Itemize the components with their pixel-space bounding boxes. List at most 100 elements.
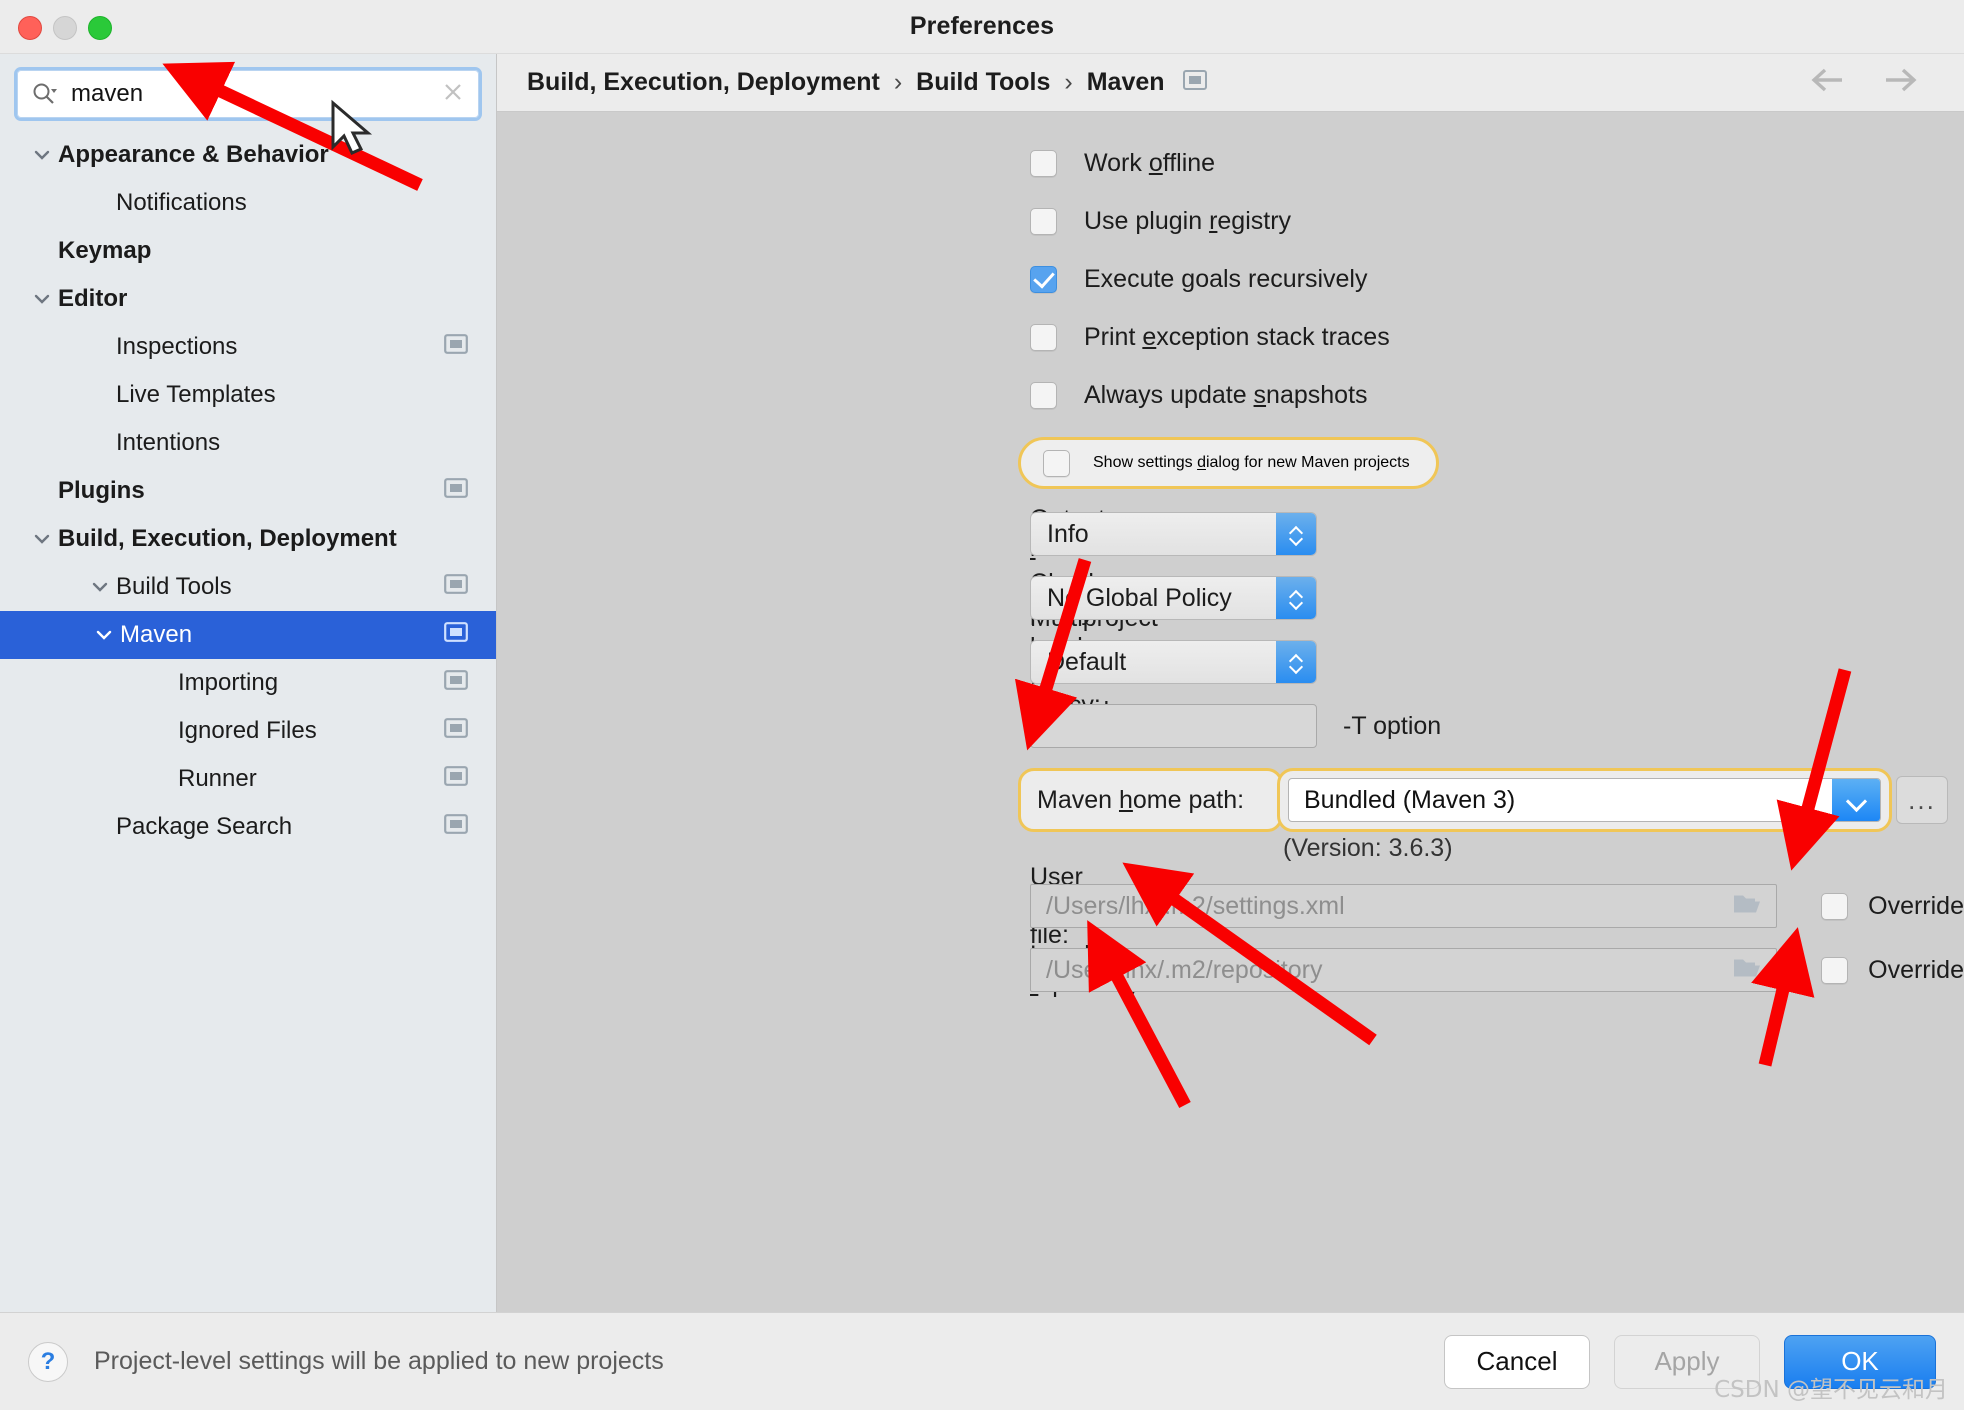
sidebar-item-build-execution-deployment[interactable]: Build, Execution, Deployment [0, 515, 496, 563]
user-settings-override-checkbox[interactable] [1821, 892, 1849, 920]
checkbox-row-use-plugin-registry[interactable]: Use plugin registry [497, 192, 1964, 250]
project-settings-icon[interactable] [444, 813, 468, 841]
project-settings-icon[interactable] [444, 333, 468, 361]
sidebar-item-live-templates[interactable]: Live Templates [0, 371, 496, 419]
checkbox-always-update-snapshots[interactable] [1030, 381, 1057, 409]
cancel-button[interactable]: Cancel [1444, 1334, 1590, 1389]
user-settings-file-row: User settings file: /Users/lhx/.m2/setti… [497, 863, 1964, 949]
breadcrumb-separator: › [893, 68, 903, 96]
chevron-down-icon[interactable] [92, 623, 116, 647]
close-icon[interactable] [441, 80, 465, 109]
sidebar-item-label: Ignored Files [178, 717, 317, 744]
minimize-window-button[interactable] [53, 16, 77, 40]
chevron-updown-icon[interactable] [1276, 577, 1316, 619]
project-settings-icon[interactable] [444, 573, 468, 601]
settings-tree[interactable]: Appearance & Behavior Notifications Keymap… [0, 127, 496, 1312]
multiproject-fail-policy-popup[interactable]: Default [1030, 640, 1317, 684]
thread-count-label: Thread count [497, 697, 1109, 755]
sidebar-item-label: Plugins [58, 477, 145, 504]
sidebar-item-maven[interactable]: Maven [0, 611, 496, 659]
checkbox-work-offline[interactable] [1030, 149, 1057, 177]
help-button[interactable]: ? [28, 1341, 68, 1382]
sidebar-item-importing[interactable]: Importing [0, 659, 496, 707]
search-area: maven [0, 54, 496, 127]
sidebar-item-intentions[interactable]: Intentions [0, 419, 496, 467]
sidebar-item-label: Package Search [116, 813, 293, 840]
sidebar-item-ignored-files[interactable]: Ignored Files [0, 707, 496, 755]
chevron-updown-icon[interactable] [1276, 513, 1316, 555]
chevron-down-icon[interactable] [1832, 779, 1880, 821]
chevron-down-icon[interactable] [30, 287, 54, 311]
project-settings-icon[interactable] [444, 765, 468, 793]
maven-home-path-label: Maven home path: [1018, 768, 1283, 832]
sidebar-item-plugins[interactable]: Plugins [0, 467, 496, 515]
maven-settings-content: Work offline Use plugin registry Execute g… [497, 112, 1964, 1312]
show-settings-dialog-row[interactable]: Show settings dialog for new Maven proje… [1018, 437, 1439, 489]
local-repository-input[interactable]: /Users/lhx/.m2/repository [1030, 948, 1778, 992]
breadcrumb-part-2[interactable]: Maven [1087, 68, 1165, 97]
output-level-popup[interactable]: Info [1030, 512, 1317, 556]
checkbox-print-exception-stack-traces[interactable] [1030, 323, 1057, 351]
close-window-button[interactable] [18, 16, 42, 40]
sidebar-item-keymap[interactable]: Keymap [0, 227, 496, 275]
traffic-lights [18, 16, 112, 40]
checkbox-use-plugin-registry[interactable] [1030, 207, 1057, 235]
folder-icon[interactable] [1732, 892, 1762, 921]
chevron-down-icon[interactable] [30, 527, 54, 551]
sidebar-item-label: Build, Execution, Deployment [58, 525, 397, 552]
zoom-window-button[interactable] [88, 16, 112, 40]
user-settings-override[interactable]: Override [1821, 892, 1964, 921]
local-repository-row: Local repository: /Users/lhx/.m2/reposit… [497, 938, 1964, 1002]
chevron-down-icon[interactable] [88, 575, 112, 599]
breadcrumb-part-0[interactable]: Build, Execution, Deployment [527, 68, 880, 97]
arrow-right-icon[interactable] [1880, 66, 1920, 99]
project-settings-icon[interactable] [444, 477, 468, 505]
show-settings-dialog-checkbox[interactable] [1043, 449, 1070, 477]
chevron-down-icon[interactable] [30, 143, 54, 167]
project-settings-icon[interactable] [444, 717, 468, 745]
checksum-policy-popup[interactable]: No Global Policy [1030, 576, 1317, 620]
maven-home-path-combobox[interactable]: Bundled (Maven 3) [1288, 778, 1881, 822]
window-title: Preferences [909, 12, 1055, 40]
project-settings-icon[interactable] [444, 669, 468, 697]
arrow-left-icon[interactable] [1808, 66, 1848, 99]
sidebar-item-label: Live Templates [116, 381, 276, 408]
project-settings-icon[interactable] [444, 621, 468, 649]
multiproject-fail-policy-row: Multiproject build fail policy: Default [497, 604, 1964, 719]
sidebar-item-package-search[interactable]: Package Search [0, 803, 496, 851]
output-level-row: Output level: Info [497, 502, 1964, 566]
sidebar-item-label: Notifications [116, 189, 247, 216]
user-settings-file-input[interactable]: /Users/lhx/.m2/settings.xml [1030, 884, 1778, 928]
local-repository-label: Local repository: [497, 941, 1147, 999]
checksum-policy-value: No Global Policy [1047, 583, 1232, 612]
checkbox-row-always-update-snapshots[interactable]: Always update snapshots [497, 366, 1964, 424]
checkbox-row-work-offline[interactable]: Work offline [497, 134, 1964, 192]
thread-count-input[interactable] [1030, 704, 1317, 748]
search-input[interactable]: maven [71, 80, 441, 108]
sidebar-item-build-tools[interactable]: Build Tools [0, 563, 496, 611]
sidebar-item-editor[interactable]: Editor [0, 275, 496, 323]
maven-home-browse-button[interactable]: ... [1896, 776, 1948, 824]
checkbox-row-print-exception-stack-traces[interactable]: Print exception stack traces [497, 308, 1964, 366]
sidebar-item-runner[interactable]: Runner [0, 755, 496, 803]
folder-icon[interactable] [1732, 956, 1762, 985]
local-repository-override[interactable]: Override [1821, 956, 1964, 985]
user-settings-file-value: /Users/lhx/.m2/settings.xml [1046, 891, 1345, 920]
sidebar-item-appearance-behavior[interactable]: Appearance & Behavior [0, 131, 496, 179]
search-box[interactable]: maven [14, 67, 482, 121]
checkbox-label-use-plugin-registry: Use plugin registry [1084, 206, 1292, 235]
sidebar-item-notifications[interactable]: Notifications [0, 179, 496, 227]
breadcrumb-part-1[interactable]: Build Tools [916, 68, 1050, 97]
checkbox-row-execute-goals-recursively[interactable]: Execute goals recursively [497, 250, 1964, 308]
local-repository-override-checkbox[interactable] [1821, 956, 1849, 984]
sidebar-item-label: Runner [178, 765, 257, 792]
checkbox-execute-goals-recursively[interactable] [1030, 265, 1057, 293]
sidebar-item-inspections[interactable]: Inspections [0, 323, 496, 371]
chevron-updown-icon[interactable] [1276, 641, 1316, 683]
project-settings-icon[interactable] [1182, 69, 1207, 96]
